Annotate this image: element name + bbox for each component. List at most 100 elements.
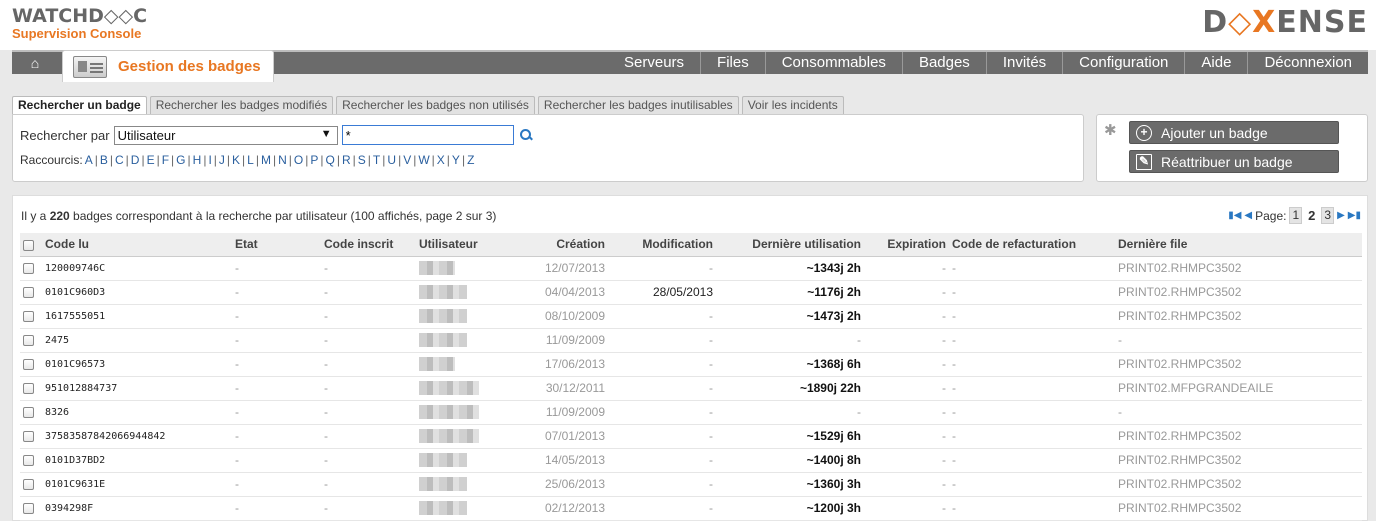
- row-checkbox[interactable]: [23, 383, 34, 395]
- shortcut-letter-y[interactable]: Y: [452, 153, 460, 167]
- column-header-8[interactable]: Code de refacturation: [949, 233, 1115, 257]
- shortcut-letter-f[interactable]: F: [162, 153, 169, 167]
- shortcut-letter-j[interactable]: J: [219, 153, 225, 167]
- row-checkbox[interactable]: [23, 359, 34, 371]
- shortcut-letter-x[interactable]: X: [437, 153, 445, 167]
- row-checkbox[interactable]: [23, 311, 34, 323]
- row-checkbox[interactable]: [23, 455, 34, 467]
- shortcut-letter-w[interactable]: W: [418, 153, 429, 167]
- page-link-1[interactable]: 1: [1289, 207, 1303, 224]
- menu-item-d-connexion[interactable]: Déconnexion: [1247, 52, 1368, 74]
- tab-2[interactable]: Rechercher les badges non utilisés: [336, 96, 535, 114]
- column-header-5[interactable]: Modification: [608, 233, 716, 257]
- reassign-badge-button[interactable]: ✎ Réattribuer un badge: [1129, 150, 1339, 173]
- row-checkbox-cell[interactable]: [20, 400, 42, 425]
- table-row[interactable]: 8326- -11/09/2009- - - - -: [20, 400, 1362, 425]
- table-row[interactable]: 0101C9631E - -25/06/2013- ~1360j 3h - - PRINT0…: [20, 472, 1362, 497]
- page-link-3[interactable]: 3: [1321, 207, 1335, 224]
- menu-item-invit-s[interactable]: Invités: [985, 52, 1062, 74]
- shortcut-letter-s[interactable]: S: [358, 153, 366, 167]
- table-row[interactable]: 1617555051- -08/10/2009- ~1473j 2h - - PRINT0…: [20, 304, 1362, 329]
- shortcut-letter-g[interactable]: G: [176, 153, 185, 167]
- column-header-0[interactable]: Code lu: [42, 233, 232, 257]
- next-page-icon[interactable]: ▶: [1337, 210, 1345, 221]
- shortcut-letter-t[interactable]: T: [373, 153, 380, 167]
- column-header-4[interactable]: Création: [496, 233, 608, 257]
- shortcut-letter-q[interactable]: Q: [326, 153, 335, 167]
- select-all-checkbox[interactable]: [23, 239, 34, 251]
- tab-3[interactable]: Rechercher les badges inutilisables: [537, 96, 739, 114]
- menu-item-badges[interactable]: Badges: [901, 52, 986, 74]
- shortcut-letter-z[interactable]: Z: [467, 153, 474, 167]
- menu-item-consommables[interactable]: Consommables: [764, 52, 902, 74]
- table-row[interactable]: 0394298F - -02/12/2013- ~1200j 3h - - PRINT02.…: [20, 496, 1362, 521]
- menu-item-files[interactable]: Files: [700, 52, 765, 74]
- shortcut-letter-p[interactable]: P: [310, 153, 318, 167]
- shortcut-letter-n[interactable]: N: [278, 153, 287, 167]
- column-header-6[interactable]: Dernière utilisation: [716, 233, 864, 257]
- watchdoc-logo[interactable]: WATCHD◇◇C Supervision Console: [12, 7, 147, 41]
- table-row[interactable]: 37583587842066944842- -07/01/2013- ~1529j …: [20, 424, 1362, 449]
- table-row[interactable]: 120009746C - -12/07/2013- ~1343j 2h - - PRINT0…: [20, 256, 1362, 281]
- shortcut-letter-r[interactable]: R: [342, 153, 351, 167]
- last-page-icon[interactable]: ▶▮: [1348, 210, 1361, 221]
- column-header-1[interactable]: Etat: [232, 233, 321, 257]
- shortcut-letter-o[interactable]: O: [294, 153, 303, 167]
- row-checkbox-cell[interactable]: [20, 352, 42, 377]
- row-checkbox-cell[interactable]: [20, 256, 42, 281]
- badge-last-use: ~1400j 8h: [716, 448, 864, 473]
- column-header-9[interactable]: Dernière file: [1115, 233, 1362, 257]
- shortcut-letter-e[interactable]: E: [147, 153, 155, 167]
- search-by-select[interactable]: Utilisateur ▼: [113, 125, 338, 145]
- shortcut-letter-l[interactable]: L: [247, 153, 254, 167]
- table-row[interactable]: 951012884737- -30/12/2011- ~1890j 22h - - PRI…: [20, 376, 1362, 401]
- tab-4[interactable]: Voir les incidents: [741, 96, 844, 114]
- shortcut-letter-h[interactable]: H: [193, 153, 202, 167]
- tab-0[interactable]: Rechercher un badge: [12, 96, 147, 115]
- row-checkbox-cell[interactable]: [20, 280, 42, 305]
- menu-item-configuration[interactable]: Configuration: [1062, 52, 1184, 74]
- row-checkbox[interactable]: [23, 407, 34, 419]
- shortcut-letter-m[interactable]: M: [261, 153, 271, 167]
- row-checkbox-cell[interactable]: [20, 376, 42, 401]
- shortcut-letter-c[interactable]: C: [115, 153, 124, 167]
- shortcut-letter-a[interactable]: A: [85, 153, 93, 167]
- shortcut-letter-u[interactable]: U: [387, 153, 396, 167]
- row-checkbox[interactable]: [23, 335, 34, 347]
- gear-icon[interactable]: ✱: [1104, 121, 1117, 139]
- column-header-2[interactable]: Code inscrit: [321, 233, 416, 257]
- table-row[interactable]: 2475- -11/09/2009- - - - -: [20, 328, 1362, 353]
- row-checkbox-cell[interactable]: [20, 424, 42, 449]
- row-checkbox-cell[interactable]: [20, 496, 42, 521]
- shortcut-letter-i[interactable]: I: [208, 153, 211, 167]
- add-badge-button[interactable]: + Ajouter un badge: [1129, 121, 1339, 144]
- first-page-icon[interactable]: ▮◀: [1228, 210, 1241, 221]
- table-row[interactable]: 0101D37BD2- -14/05/2013- ~1400j 8h - - PRINT0…: [20, 448, 1362, 473]
- row-checkbox[interactable]: [23, 287, 34, 299]
- tab-1[interactable]: Rechercher les badges modifiés: [149, 96, 334, 114]
- prev-page-icon[interactable]: ◀: [1244, 210, 1252, 221]
- shortcut-letter-d[interactable]: D: [131, 153, 140, 167]
- table-row[interactable]: 0101C960D3- -04/04/2013 28/05/2013 ~1176j 2…: [20, 280, 1362, 305]
- search-icon[interactable]: [518, 127, 534, 143]
- row-checkbox[interactable]: [23, 503, 34, 515]
- select-all-header[interactable]: [20, 233, 42, 257]
- row-checkbox-cell[interactable]: [20, 304, 42, 329]
- home-button[interactable]: ⌂: [12, 52, 58, 74]
- search-input[interactable]: [341, 125, 514, 145]
- row-checkbox-cell[interactable]: [20, 448, 42, 473]
- table-row[interactable]: 0101C96573- -17/06/2013- ~1368j 6h - - PRINT0…: [20, 352, 1362, 377]
- menu-item-serveurs[interactable]: Serveurs: [608, 52, 700, 74]
- shortcut-letter-b[interactable]: B: [100, 153, 108, 167]
- row-checkbox-cell[interactable]: [20, 472, 42, 497]
- badge-last-queue: PRINT02.RHMPC3502: [1115, 256, 1362, 281]
- row-checkbox[interactable]: [23, 431, 34, 443]
- row-checkbox-cell[interactable]: [20, 328, 42, 353]
- column-header-7[interactable]: Expiration: [864, 233, 949, 257]
- column-header-3[interactable]: Utilisateur: [416, 233, 496, 257]
- row-checkbox[interactable]: [23, 479, 34, 491]
- shortcut-letter-v[interactable]: V: [403, 153, 411, 167]
- menu-item-aide[interactable]: Aide: [1184, 52, 1247, 74]
- row-checkbox[interactable]: [23, 263, 34, 275]
- shortcut-letter-k[interactable]: K: [232, 153, 240, 167]
